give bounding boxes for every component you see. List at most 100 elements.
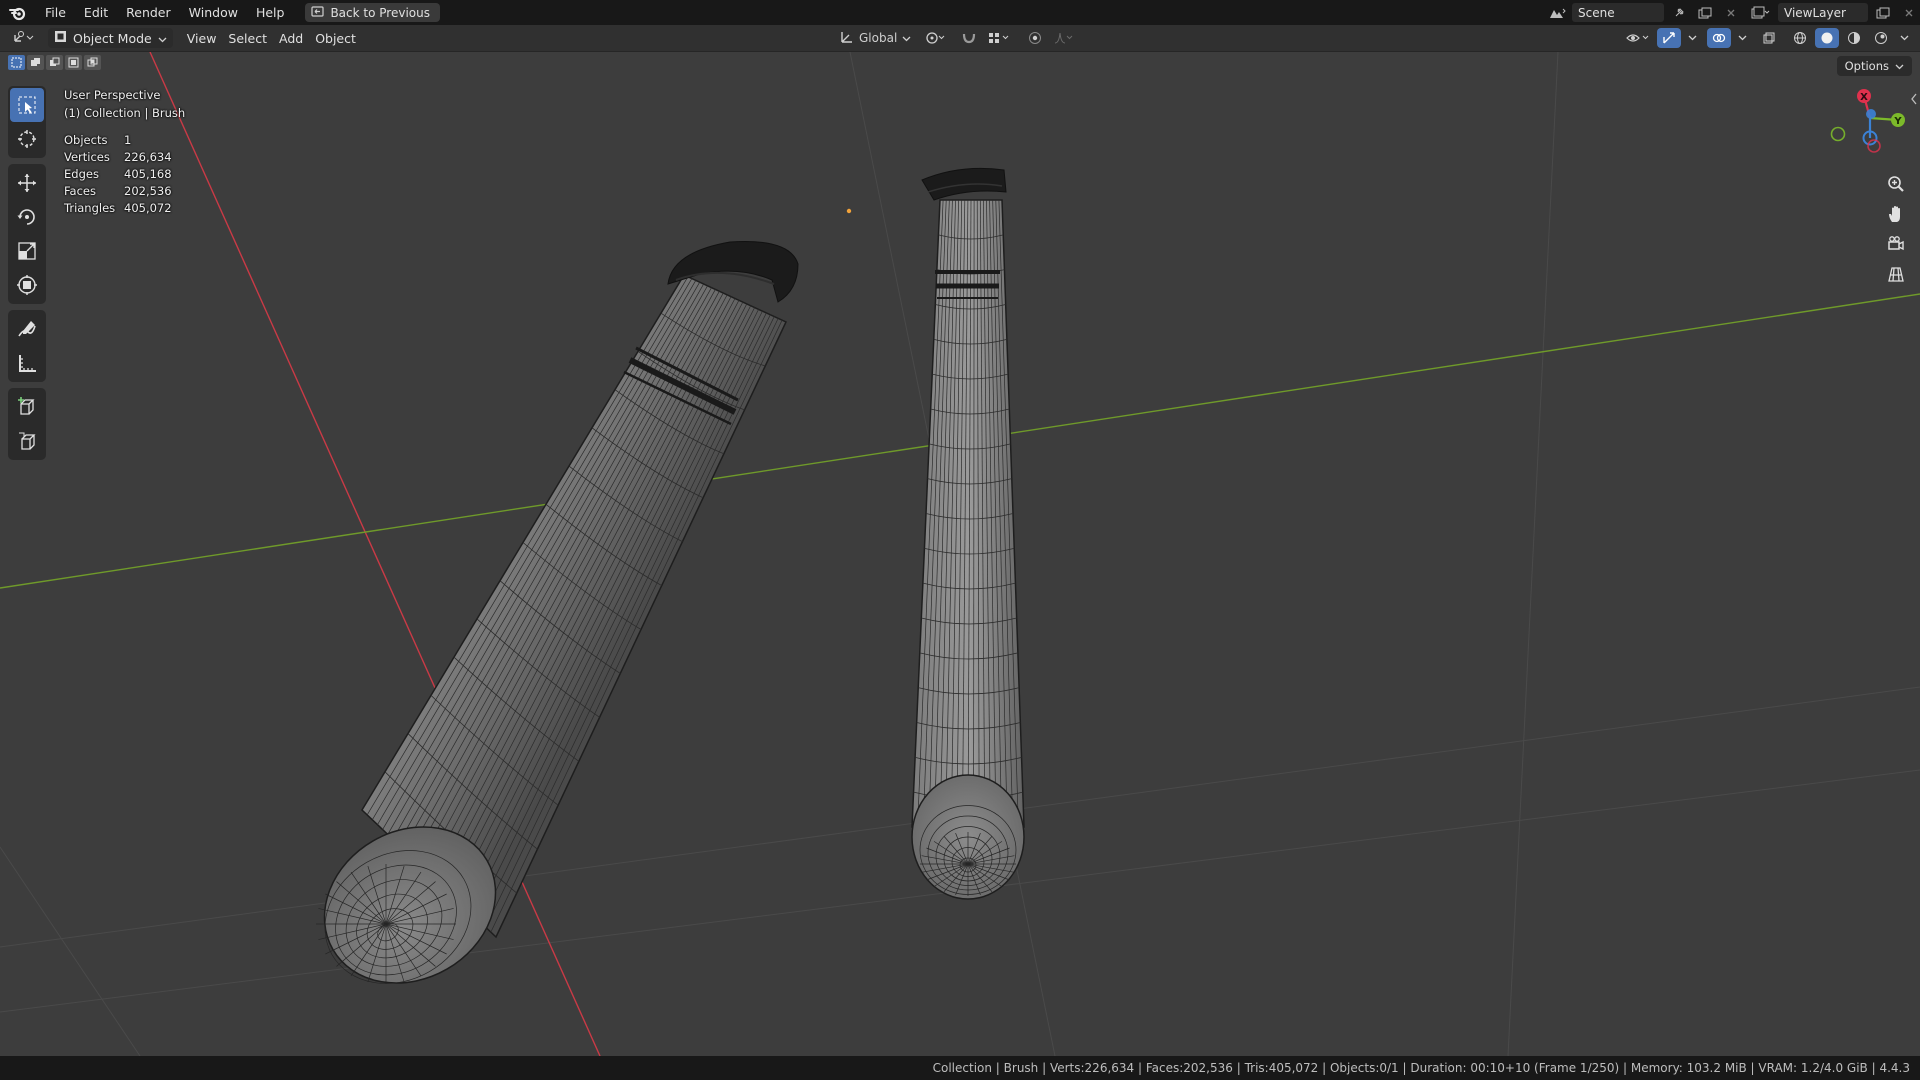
- solid-shading-icon[interactable]: [1815, 28, 1839, 48]
- snap-toggle-icon[interactable]: [957, 28, 981, 48]
- menu-object[interactable]: Object: [309, 28, 362, 48]
- new-scene-icon[interactable]: [1694, 3, 1716, 22]
- zoom-icon[interactable]: [1882, 170, 1910, 198]
- new-view-layer-icon[interactable]: [1872, 3, 1894, 22]
- menu-window[interactable]: Window: [180, 0, 247, 25]
- options-dropdown[interactable]: Options: [1836, 56, 1912, 76]
- stat-value: 1: [124, 133, 132, 147]
- menu-add[interactable]: Add: [273, 28, 309, 48]
- back-to-previous-button[interactable]: Back to Previous: [305, 3, 440, 22]
- object-properties-tool-icon[interactable]: [10, 424, 44, 458]
- visibility-icon[interactable]: [1622, 28, 1654, 48]
- view-layer-name: ViewLayer: [1784, 5, 1846, 20]
- menu-select[interactable]: Select: [222, 28, 273, 48]
- back-button-label: Back to Previous: [330, 5, 430, 20]
- select-intersect-icon[interactable]: [84, 55, 101, 70]
- material-preview-icon[interactable]: [1842, 28, 1866, 48]
- view-layer-selector-icon[interactable]: [1746, 3, 1774, 22]
- status-bar-stats: Collection | Brush | Verts:226,634 | Fac…: [932, 1061, 1910, 1075]
- svg-text:Y: Y: [1893, 116, 1902, 127]
- small-brush-mesh: [911, 167, 1025, 900]
- back-icon: [311, 5, 325, 20]
- 3d-viewport[interactable]: User Perspective (1) Collection | Brush …: [0, 52, 1920, 1056]
- stat-faces: Faces 202,536: [64, 183, 185, 200]
- svg-text:X: X: [1860, 92, 1868, 103]
- chevron-down-icon: [158, 31, 167, 46]
- scene-statistics: Objects 1 Vertices 226,634 Edges 405,168…: [64, 132, 185, 217]
- scale-tool-icon[interactable]: [10, 234, 44, 268]
- move-tool-icon[interactable]: [10, 166, 44, 200]
- xray-toggle-icon[interactable]: [1757, 28, 1781, 48]
- wireframe-shading-icon[interactable]: [1788, 28, 1812, 48]
- menu-file[interactable]: File: [36, 0, 75, 25]
- measure-tool-icon[interactable]: [10, 346, 44, 380]
- select-subtract-icon[interactable]: [46, 55, 63, 70]
- sidebar-toggle-icon[interactable]: [1910, 92, 1918, 106]
- stat-label: Edges: [64, 167, 99, 181]
- viewport-header: Object Mode View Select Add Object Globa…: [0, 25, 1920, 52]
- scene-name: Scene: [1578, 5, 1615, 20]
- view-layer-field[interactable]: ViewLayer: [1778, 3, 1868, 22]
- stat-value: 405,168: [124, 167, 172, 181]
- select-new-icon[interactable]: [8, 55, 25, 70]
- chevron-down-icon: [902, 32, 911, 45]
- chevron-down-icon: [1895, 59, 1904, 73]
- camera-view-icon[interactable]: [1882, 230, 1910, 258]
- stat-label: Objects: [64, 133, 108, 147]
- overlays-toggle-icon[interactable]: [1707, 28, 1731, 48]
- falloff-icon[interactable]: [1051, 28, 1077, 48]
- x-axis-icon: X: [1857, 89, 1871, 103]
- pin-icon[interactable]: [1668, 3, 1690, 22]
- snap-target-icon[interactable]: [985, 28, 1013, 48]
- blender-logo-icon[interactable]: [0, 0, 36, 25]
- menu-help[interactable]: Help: [247, 0, 294, 25]
- gizmo-toggle-icon[interactable]: [1657, 28, 1681, 48]
- stat-vertices: Vertices 226,634: [64, 149, 185, 166]
- stat-edges: Edges 405,168: [64, 166, 185, 183]
- remove-scene-icon[interactable]: [1720, 3, 1742, 22]
- stat-value: 405,072: [124, 201, 172, 215]
- menu-edit[interactable]: Edit: [75, 0, 117, 25]
- select-invert-icon[interactable]: [65, 55, 82, 70]
- annotate-tool-icon[interactable]: [10, 312, 44, 346]
- menu-render[interactable]: Render: [117, 0, 180, 25]
- stat-value: 202,536: [124, 184, 172, 198]
- stat-label: Faces: [64, 184, 96, 198]
- object-mode-dropdown[interactable]: Object Mode: [48, 28, 173, 48]
- cursor-tool-icon[interactable]: [10, 122, 44, 156]
- select-box-tool-icon[interactable]: [10, 88, 44, 122]
- tool-shelf: [8, 86, 46, 466]
- rendered-shading-icon[interactable]: [1869, 28, 1893, 48]
- stat-label: Vertices: [64, 150, 110, 164]
- tool-group-select: [8, 86, 46, 158]
- top-menu-bar: File Edit Render Window Help Back to Pre…: [0, 0, 1920, 25]
- options-label: Options: [1844, 59, 1889, 73]
- perspective-label: User Perspective: [64, 88, 161, 102]
- scene-canvas[interactable]: [0, 52, 1920, 1056]
- tool-group-add: [8, 388, 46, 460]
- shading-dropdown-icon[interactable]: [1896, 28, 1912, 48]
- stat-value: 226,634: [124, 150, 172, 164]
- transform-orientation-dropdown[interactable]: Global: [836, 28, 915, 48]
- scene-selector-icon[interactable]: [1546, 3, 1568, 22]
- stat-triangles: Triangles 405,072: [64, 200, 185, 217]
- rotate-tool-icon[interactable]: [10, 200, 44, 234]
- tool-group-transform: [8, 164, 46, 304]
- overlays-dropdown-icon[interactable]: [1734, 28, 1750, 48]
- scene-name-field[interactable]: Scene: [1572, 3, 1664, 22]
- status-bar: Collection | Brush | Verts:226,634 | Fac…: [0, 1056, 1920, 1080]
- transform-tool-icon[interactable]: [10, 268, 44, 302]
- pivot-point-icon[interactable]: [923, 28, 949, 48]
- menu-view[interactable]: View: [181, 28, 223, 48]
- gizmo-dropdown-icon[interactable]: [1684, 28, 1700, 48]
- remove-view-layer-icon[interactable]: [1898, 3, 1920, 22]
- perspective-toggle-icon[interactable]: [1882, 260, 1910, 288]
- editor-type-button[interactable]: [6, 28, 42, 48]
- transform-tools: Global: [836, 28, 1077, 48]
- pan-hand-icon[interactable]: [1882, 200, 1910, 228]
- select-extend-icon[interactable]: [27, 55, 44, 70]
- add-cube-tool-icon[interactable]: [10, 390, 44, 424]
- proportional-edit-icon[interactable]: [1023, 28, 1047, 48]
- object-mode-label: Object Mode: [73, 30, 152, 46]
- 3d-viewport-icon: [12, 30, 36, 47]
